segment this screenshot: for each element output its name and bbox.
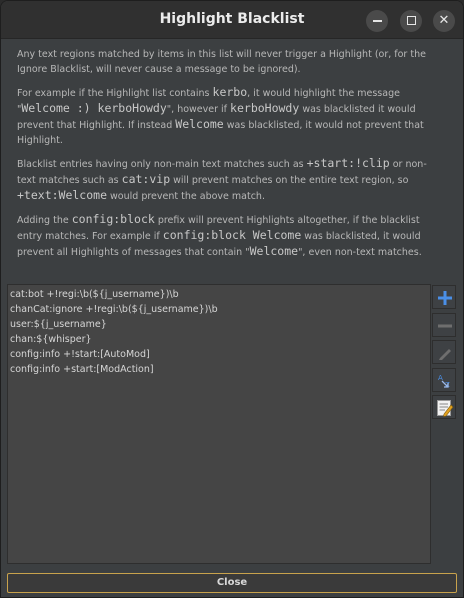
info-paragraph-4: Adding the config:block prefix will prev…	[17, 212, 437, 260]
title-bar[interactable]: Highlight Blacklist ✕	[1, 1, 463, 39]
info-text: Any text regions matched by items in thi…	[17, 47, 437, 268]
list-item[interactable]: user:${j_username}	[10, 317, 428, 332]
code-snippet: kerbo	[212, 85, 248, 99]
add-entry-button[interactable]	[432, 285, 456, 309]
info-text: would prevent the above match.	[107, 191, 265, 202]
code-snippet: +text:Welcome	[17, 188, 108, 202]
window-title: Highlight Blacklist	[159, 11, 305, 27]
info-text: ", even non-text matches.	[298, 247, 422, 258]
info-paragraph-1: Any text regions matched by items in thi…	[17, 47, 437, 77]
maximize-button[interactable]	[400, 10, 422, 32]
pencil-icon	[439, 349, 451, 360]
info-paragraph-2: For example if the Highlight list contai…	[17, 85, 437, 148]
close-window-button[interactable]: ✕	[433, 10, 455, 32]
list-item[interactable]: config:info +start:[ModAction]	[10, 362, 428, 377]
sort-entries-button[interactable]: A Z	[432, 367, 456, 392]
list-item[interactable]: config:info +!start:[AutoMod]	[10, 347, 428, 362]
code-snippet: +start:!clip	[306, 156, 390, 170]
list-item[interactable]: chanCat:ignore +!regi:\b(${j_username})\…	[10, 302, 428, 317]
code-snippet: config:block	[71, 212, 155, 226]
blacklist-entries-list[interactable]: cat:bot +!regi:\b(${j_username})\b chanC…	[7, 284, 431, 564]
code-snippet: Welcome	[175, 117, 224, 131]
minus-icon	[438, 324, 452, 327]
code-snippet: Welcome :) kerboHowdy	[21, 101, 167, 115]
list-actions: A Z	[432, 285, 458, 423]
info-text: ", however if	[166, 104, 231, 115]
maximize-icon	[406, 16, 416, 25]
remove-entry-button[interactable]	[432, 312, 456, 337]
info-text: will prevent matches on the entire text …	[170, 175, 409, 186]
info-text-1: Any text regions matched by items in thi…	[17, 49, 426, 75]
minimize-button[interactable]	[366, 10, 388, 32]
sort-icon: A Z	[438, 374, 450, 389]
highlight-blacklist-dialog: Highlight Blacklist ✕ Any text regions m…	[0, 0, 464, 598]
code-snippet: Welcome	[249, 244, 299, 258]
minimize-icon	[372, 19, 382, 22]
plus-icon	[438, 291, 452, 305]
info-text: Adding the	[17, 215, 72, 226]
code-snippet: config:block Welcome	[162, 228, 302, 242]
code-snippet: cat:vip	[121, 172, 171, 186]
close-button[interactable]: Close	[7, 573, 457, 593]
code-snippet: kerboHowdy	[230, 101, 300, 115]
list-item[interactable]: chan:${whisper}	[10, 332, 428, 347]
edit-entry-button[interactable]	[432, 340, 456, 364]
info-paragraph-3: Blacklist entries having only non-main t…	[17, 156, 437, 204]
close-icon: ✕	[438, 13, 450, 28]
edit-list-button[interactable]	[432, 395, 456, 419]
info-text: Blacklist entries having only non-main t…	[17, 159, 307, 170]
list-item[interactable]: cat:bot +!regi:\b(${j_username})\b	[10, 287, 428, 302]
info-text: For example if the Highlight list contai…	[17, 88, 213, 99]
edit-list-icon	[437, 400, 454, 417]
